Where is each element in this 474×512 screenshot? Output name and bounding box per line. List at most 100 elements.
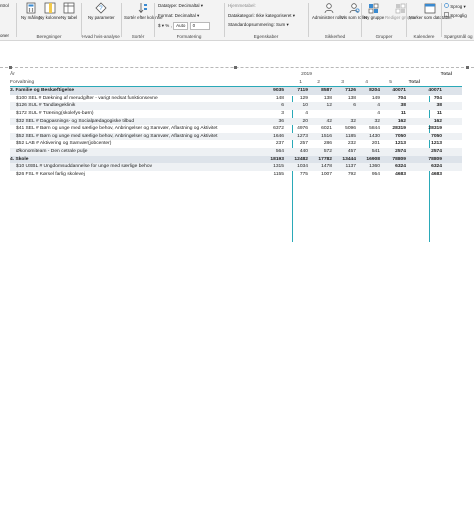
- year-total-cell[interactable]: 7050: [382, 133, 406, 141]
- value-cell[interactable]: 457: [332, 148, 356, 156]
- value-cell[interactable]: 7126: [332, 87, 356, 95]
- format-dropdown[interactable]: Format: Decimaltal ▾: [158, 13, 199, 19]
- value-cell[interactable]: 10: [284, 102, 308, 110]
- value-cell[interactable]: 4976: [284, 125, 308, 133]
- decimals-field[interactable]: 0: [189, 22, 210, 30]
- value-cell[interactable]: 42: [308, 118, 332, 126]
- grand-total-cell[interactable]: 40071: [418, 87, 442, 95]
- value-cell[interactable]: 13444: [332, 156, 356, 164]
- matrix-row[interactable]: $41 SEL # Børn og unge med særlige behov…: [10, 125, 462, 133]
- year-total-cell[interactable]: 704: [382, 95, 406, 103]
- grand-total-cell[interactable]: 2574: [418, 148, 442, 156]
- year-total-cell[interactable]: 38: [382, 102, 406, 110]
- value-cell[interactable]: 1646: [260, 133, 284, 141]
- value-cell[interactable]: 17782: [308, 156, 332, 164]
- grand-total-cell[interactable]: 7050: [418, 133, 442, 141]
- value-cell[interactable]: 792: [332, 171, 356, 179]
- year-total-cell[interactable]: 78809: [382, 156, 406, 164]
- value-cell[interactable]: 20: [284, 118, 308, 126]
- value-cell[interactable]: 16908: [356, 156, 380, 164]
- value-cell[interactable]: 9035: [260, 87, 284, 95]
- language-button[interactable]: Sprog ▾: [444, 3, 466, 10]
- value-cell[interactable]: 232: [332, 140, 356, 148]
- value-cell[interactable]: 32: [332, 118, 356, 126]
- grand-total-cell[interactable]: 38: [418, 102, 442, 110]
- value-cell[interactable]: 36: [260, 118, 284, 126]
- year-total-cell[interactable]: 6324: [382, 163, 406, 171]
- year-total-cell[interactable]: 1213: [382, 140, 406, 148]
- value-cell[interactable]: 148: [260, 95, 284, 103]
- value-cell[interactable]: 6021: [308, 125, 332, 133]
- report-canvas[interactable]: År 2019 Total Forvaltning 1 2 3 4 5 Tota…: [0, 41, 474, 512]
- new-column-button[interactable]: Ny kolonne: [39, 2, 61, 20]
- data-category-dropdown[interactable]: Datakategori: Ikke kategoriseret ▾: [228, 13, 295, 19]
- value-cell[interactable]: 572: [308, 148, 332, 156]
- linguistic-schema-button[interactable]: Sproglig: [444, 12, 467, 18]
- value-cell[interactable]: 149: [356, 95, 380, 103]
- grand-total-cell[interactable]: 704: [418, 95, 442, 103]
- auto-decimals-field[interactable]: Auto: [173, 22, 189, 30]
- value-cell[interactable]: 541: [356, 148, 380, 156]
- year-total-header[interactable]: Total: [396, 79, 420, 87]
- value-cell[interactable]: 12: [308, 102, 332, 110]
- grand-total-cell[interactable]: 162: [418, 118, 442, 126]
- value-cell[interactable]: 1516: [308, 133, 332, 141]
- value-cell[interactable]: 1185: [332, 133, 356, 141]
- resize-handle[interactable]: [466, 66, 469, 69]
- value-cell[interactable]: 237: [260, 140, 284, 148]
- comma-button[interactable]: ,: [171, 23, 172, 28]
- year-total-cell[interactable]: 2574: [382, 148, 406, 156]
- value-cell[interactable]: 440: [284, 148, 308, 156]
- column-header-5[interactable]: 5: [368, 79, 392, 87]
- value-cell[interactable]: 1273: [284, 133, 308, 141]
- value-cell[interactable]: 5844: [356, 125, 380, 133]
- grand-total-cell[interactable]: 6324: [418, 163, 442, 171]
- home-table-dropdown[interactable]: Hjemmetabel:: [228, 3, 256, 8]
- new-group-button[interactable]: Ny gruppe: [364, 2, 384, 20]
- value-cell[interactable]: 257: [284, 140, 308, 148]
- value-cell[interactable]: 32: [356, 118, 380, 126]
- value-cell[interactable]: 4: [356, 102, 380, 110]
- matrix-category-row[interactable]: 4. Skole 18193 12482 17782 13444 16908 78809 78…: [10, 155, 462, 164]
- value-cell[interactable]: 775: [284, 171, 308, 179]
- year-total-cell[interactable]: 40071: [382, 87, 406, 95]
- value-cell[interactable]: 4: [284, 110, 308, 118]
- matrix-visual[interactable]: År 2019 Total Forvaltning 1 2 3 4 5 Tota…: [10, 71, 462, 178]
- matrix-row[interactable]: $32 SEL # Dagpasnings- og Socialpædagogi…: [10, 117, 462, 126]
- resize-handle[interactable]: [9, 66, 12, 69]
- matrix-row[interactable]: $172 SUL # Træning(skolefys-børn) 3 4 4 11 11: [10, 110, 462, 118]
- percent-button[interactable]: %: [165, 23, 169, 28]
- value-cell[interactable]: 1430: [356, 133, 380, 141]
- column-header-2[interactable]: 2: [296, 79, 320, 87]
- value-cell[interactable]: 6: [332, 102, 356, 110]
- year-total-cell[interactable]: 162: [382, 118, 406, 126]
- year-total-cell[interactable]: 4683: [382, 171, 406, 179]
- datatype-dropdown[interactable]: Datatype: Decimaltal ▾: [158, 3, 203, 9]
- matrix-row[interactable]: Økonomiteam - Den cetrale pulje 564 440 572…: [10, 147, 462, 156]
- grand-total-cell[interactable]: 1213: [418, 140, 442, 148]
- grand-total-cell[interactable]: 11: [418, 110, 442, 118]
- value-cell[interactable]: 138: [332, 95, 356, 103]
- value-cell[interactable]: 138: [308, 95, 332, 103]
- value-cell[interactable]: 1315: [260, 163, 284, 171]
- value-cell[interactable]: 6: [260, 102, 284, 110]
- matrix-row[interactable]: $100 SEL # Dækning af merudgifter - vari…: [10, 95, 462, 103]
- value-cell[interactable]: 1137: [332, 163, 356, 171]
- default-summary-dropdown[interactable]: Standardopsummering: Sum ▾: [228, 22, 289, 28]
- grand-total-cell[interactable]: 28319: [418, 125, 442, 133]
- value-cell[interactable]: 1007: [308, 171, 332, 179]
- value-cell[interactable]: 564: [260, 148, 284, 156]
- value-cell[interactable]: 286: [308, 140, 332, 148]
- matrix-row[interactable]: $126 SUL # Tandlægeklinik 6 10 12 6 4 38 38: [10, 102, 462, 110]
- value-cell[interactable]: 1034: [284, 163, 308, 171]
- resize-handle[interactable]: [234, 66, 237, 69]
- value-cell[interactable]: 6372: [260, 125, 284, 133]
- value-cell[interactable]: 5096: [332, 125, 356, 133]
- value-cell[interactable]: 1155: [260, 171, 284, 179]
- matrix-row[interactable]: $52 SEL # Børn og unge med særlige behov…: [10, 132, 462, 141]
- value-cell[interactable]: 1478: [308, 163, 332, 171]
- new-measure-button[interactable]: Ny måling: [21, 2, 41, 20]
- matrix-row[interactable]: $52 LAB # Aktivering og Samvær(jobcenter…: [10, 140, 462, 148]
- matrix-category-row[interactable]: 3. Familie og Beskæftigelse 9035 7119 8587 7…: [10, 87, 462, 95]
- currency-button[interactable]: $: [158, 23, 161, 28]
